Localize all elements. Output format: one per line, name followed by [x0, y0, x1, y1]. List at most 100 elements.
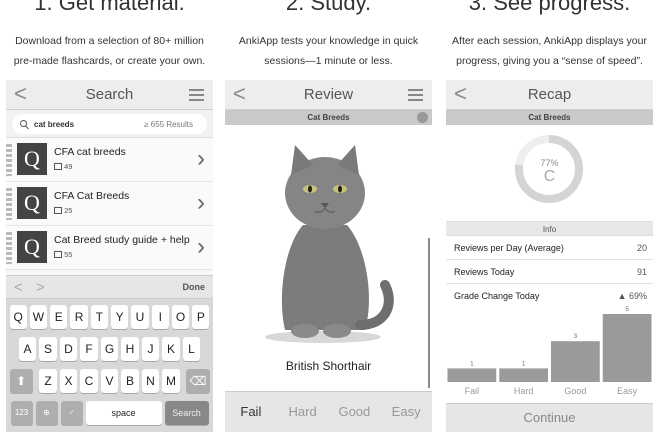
key-b[interactable]: B	[121, 369, 139, 393]
key-k[interactable]: K	[162, 337, 180, 361]
bar-value-label: 5	[625, 307, 629, 313]
hard-button[interactable]: Hard	[277, 392, 329, 432]
bar-chart: 1 Fail 1 Hard 3 Good 5 Easy	[447, 307, 652, 396]
deck-card-count: 25	[54, 206, 72, 215]
key-g[interactable]: G	[100, 337, 119, 361]
key-c[interactable]: C	[80, 369, 98, 393]
keyboard-toolbar: < > Done	[6, 275, 213, 299]
letter-keys: ZXCVBNM	[38, 369, 182, 393]
bar-value-label: 3	[574, 334, 578, 340]
category-label: Hard	[514, 386, 534, 396]
key-w[interactable]: W	[29, 305, 48, 329]
cat-photo-icon	[225, 125, 425, 346]
search-input[interactable]: cat breeds ≥ 655 Results	[12, 114, 207, 134]
next-field-button[interactable]: >	[36, 279, 45, 296]
step-description: AnkiApp tests your knowledge in quick se…	[238, 35, 419, 67]
space-key[interactable]: space	[85, 401, 162, 425]
key-v[interactable]: V	[100, 369, 119, 393]
deck-title: Cat Breeds	[528, 113, 571, 122]
deck-card-count: 49	[54, 162, 72, 171]
deck-list-item[interactable]: Q Cat Breed study guide + help 55 ›	[6, 226, 213, 270]
bar-value-label: 1	[470, 361, 474, 367]
key-f[interactable]: F	[80, 337, 98, 361]
chevron-right-icon: ›	[197, 189, 205, 216]
key-l[interactable]: L	[182, 337, 201, 361]
bar-easy	[602, 314, 652, 382]
numbers-key[interactable]: 123	[10, 401, 33, 425]
column-get-material: 1. Get material. Download from a selecti…	[6, 0, 213, 432]
key-p[interactable]: P	[192, 305, 210, 329]
flashcard-image	[225, 125, 432, 388]
key-e[interactable]: E	[50, 305, 68, 329]
step-title: 3. See progress.	[468, 0, 631, 15]
shift-key[interactable]: ⬆	[9, 369, 33, 393]
recap-phone-screen: < Recap Cat Breeds 77% C Info Reviews pe…	[446, 80, 653, 432]
score-ring: 77% C	[446, 125, 653, 221]
key-h[interactable]: H	[121, 337, 139, 361]
deck-logo-icon: Q	[17, 187, 47, 219]
globe-key[interactable]: ⊕	[35, 401, 58, 425]
search-bar: cat breeds ≥ 655 Results	[6, 110, 213, 138]
key-s[interactable]: S	[39, 337, 57, 361]
category-label: Fail	[465, 386, 480, 396]
previous-field-button[interactable]: <	[14, 279, 23, 296]
stat-row: Reviews Today 91	[446, 260, 653, 284]
key-t[interactable]: T	[90, 305, 108, 329]
score-percent: 77%	[540, 158, 559, 168]
bar-hard	[499, 368, 548, 382]
key-u[interactable]: U	[131, 305, 149, 329]
step-title: 1. Get material.	[34, 0, 185, 15]
fail-button[interactable]: Fail	[225, 392, 277, 432]
deck-list-item[interactable]: Q CFA cat breeds 49 ›	[6, 138, 213, 182]
grade-distribution-chart: 1 Fail 1 Hard 3 Good 5 Easy	[446, 306, 653, 403]
deck-name: CFA Cat Breeds	[54, 190, 130, 202]
page-title: Recap	[527, 86, 572, 103]
deck-stripe	[6, 188, 12, 220]
cards-icon	[54, 163, 62, 170]
search-key[interactable]: Search	[164, 401, 209, 425]
step-description: Download from a selection of 80+ million…	[13, 35, 206, 67]
menu-icon[interactable]	[189, 89, 204, 101]
deck-list-item[interactable]: Q CFA Cat Breeds 25 ›	[6, 182, 213, 226]
stat-row: Grade Change Today ▲ 69%	[446, 284, 653, 308]
search-query: cat breeds	[34, 120, 75, 129]
menu-icon[interactable]	[408, 89, 423, 101]
result-count: ≥ 655 Results	[144, 120, 193, 129]
page-title: Review	[303, 86, 354, 103]
search-phone-screen: < Search cat breeds ≥ 655 Results Q CFA …	[6, 80, 213, 432]
deck-card-count: 55	[54, 250, 72, 259]
key-q[interactable]: Q	[9, 305, 27, 329]
chevron-right-icon: ›	[197, 233, 205, 260]
key-x[interactable]: X	[59, 369, 78, 393]
key-y[interactable]: Y	[111, 305, 129, 329]
deck-logo-icon: Q	[17, 143, 47, 175]
key-z[interactable]: Z	[39, 369, 57, 393]
keyboard-row: 123 ⊕ ♂ space Search	[8, 401, 211, 425]
key-o[interactable]: O	[171, 305, 190, 329]
key-d[interactable]: D	[59, 337, 78, 361]
bar-good	[551, 341, 600, 382]
done-button[interactable]: Done	[183, 282, 206, 292]
cards-icon	[54, 207, 62, 214]
keyboard-row: ⬆ ZXCVBNM ⌫	[8, 369, 211, 393]
microphone-key[interactable]: ♂	[60, 401, 83, 425]
grade-letter: C	[543, 168, 556, 185]
key-m[interactable]: M	[162, 369, 180, 393]
scrollbar[interactable]	[428, 238, 430, 388]
step-title: 2. Study.	[285, 0, 372, 15]
column-see-progress: 3. See progress. After each session, Ank…	[446, 0, 653, 432]
key-r[interactable]: R	[70, 305, 88, 329]
navbar: < Review	[225, 80, 432, 110]
good-button[interactable]: Good	[329, 392, 381, 432]
delete-key[interactable]: ⌫	[186, 369, 210, 393]
key-j[interactable]: J	[141, 337, 160, 361]
key-n[interactable]: N	[141, 369, 160, 393]
deck-name: CFA cat breeds	[54, 146, 126, 158]
key-a[interactable]: A	[18, 337, 37, 361]
grade-buttons: Fail Hard Good Easy	[225, 391, 432, 432]
continue-button[interactable]: Continue	[446, 403, 653, 432]
key-i[interactable]: I	[151, 305, 169, 329]
cards-icon	[54, 251, 62, 258]
easy-button[interactable]: Easy	[380, 392, 432, 432]
info-section-header: Info	[446, 221, 653, 236]
